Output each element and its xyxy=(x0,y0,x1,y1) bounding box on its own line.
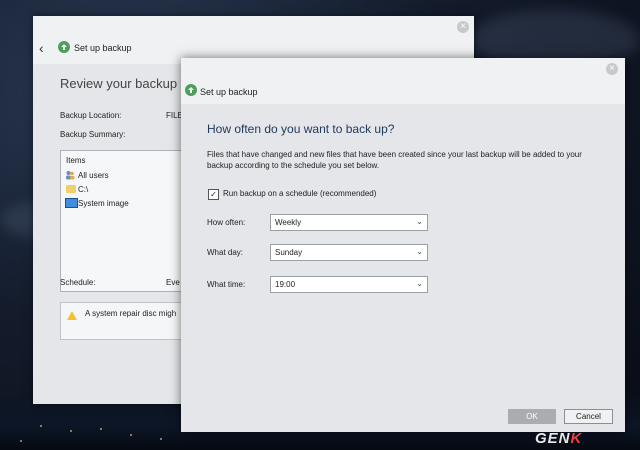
what-time-label: What time: xyxy=(207,280,246,289)
chevron-down-icon: ⌄ xyxy=(416,247,423,256)
how-often-value: Weekly xyxy=(275,218,302,227)
light-dot xyxy=(130,434,132,436)
backup-summary-label: Backup Summary: xyxy=(60,130,126,139)
schedule-label: Schedule: xyxy=(60,278,96,287)
light-dot xyxy=(40,425,42,427)
backup-icon xyxy=(58,41,70,53)
dialog-heading: How often do you want to back up? xyxy=(207,122,395,136)
warning-icon xyxy=(67,311,77,320)
what-day-select[interactable]: Sunday ⌄ xyxy=(270,244,428,261)
how-often-select[interactable]: Weekly ⌄ xyxy=(270,214,428,231)
run-on-schedule-label[interactable]: Run backup on a schedule (recommended) xyxy=(223,189,376,198)
schedule-value: Eve xyxy=(166,278,180,287)
monitor-icon xyxy=(65,198,78,208)
dialog-description: Files that have changed and new files th… xyxy=(207,150,582,170)
dialog-title: Set up backup xyxy=(200,87,258,97)
titlebar: Set up backup × xyxy=(181,58,625,104)
cancel-button[interactable]: Cancel xyxy=(564,409,613,424)
close-icon[interactable]: × xyxy=(606,63,618,75)
what-day-value: Sunday xyxy=(275,248,303,257)
run-on-schedule-checkbox[interactable]: ✓ xyxy=(208,189,219,200)
ok-button[interactable]: OK xyxy=(508,409,556,424)
chevron-down-icon: ⌄ xyxy=(416,279,423,288)
list-item: C:\ xyxy=(78,185,89,194)
how-often-label: How often: xyxy=(207,218,246,227)
schedule-dialog: Set up backup × How often do you want to… xyxy=(181,58,625,432)
list-item: System image xyxy=(78,199,129,208)
watermark-accent: K xyxy=(570,430,583,447)
what-time-select[interactable]: 19:00 ⌄ xyxy=(270,276,428,293)
users-icon xyxy=(66,171,75,180)
window-title: Set up backup xyxy=(74,43,132,53)
titlebar: ‹ Set up backup × xyxy=(33,16,474,64)
warning-text: A system repair disc migh xyxy=(85,309,177,318)
backup-location-label: Backup Location: xyxy=(60,111,122,120)
what-day-label: What day: xyxy=(207,248,244,257)
backup-icon xyxy=(185,84,197,96)
watermark-text: GEN xyxy=(535,430,571,447)
chevron-down-icon: ⌄ xyxy=(416,217,423,226)
light-dot xyxy=(100,428,102,430)
what-time-value: 19:00 xyxy=(275,280,296,289)
items-header: Items xyxy=(66,156,86,165)
light-dot xyxy=(70,430,72,432)
back-arrow-icon[interactable]: ‹ xyxy=(39,40,44,56)
folder-icon xyxy=(66,185,76,193)
list-item: All users xyxy=(78,171,109,180)
watermark-logo: GENK xyxy=(535,430,582,447)
check-icon: ✓ xyxy=(210,190,217,199)
light-dot xyxy=(20,440,22,442)
close-icon[interactable]: × xyxy=(457,21,469,33)
light-dot xyxy=(160,438,162,440)
